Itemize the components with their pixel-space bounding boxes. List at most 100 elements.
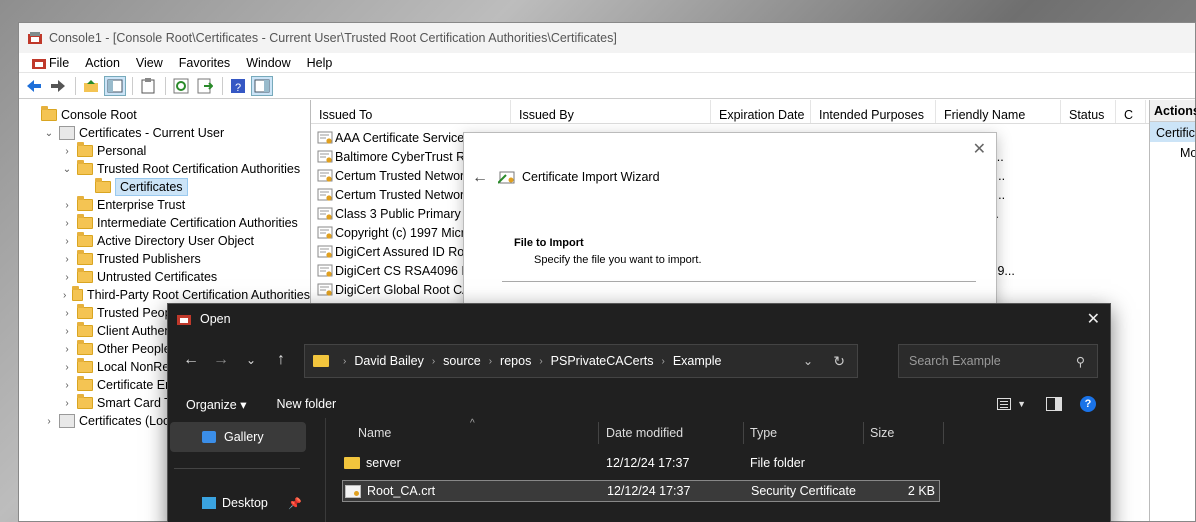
file-row-root-ca[interactable]: Root_CA.crt 12/12/24 17:37 Security Cert…	[342, 480, 940, 502]
search-placeholder: Search Example	[909, 354, 1001, 368]
folder-icon	[77, 376, 93, 391]
help-icon[interactable]: ?	[1080, 396, 1096, 412]
file-row-server[interactable]: server 12/12/24 17:37 File folder	[342, 452, 936, 474]
recent-locations-chevron-icon[interactable]: ⌄	[236, 353, 266, 367]
forward-arrow-icon[interactable]: →	[206, 351, 236, 369]
menu-favorites[interactable]: Favorites	[171, 56, 238, 70]
nav-item-gallery[interactable]: Gallery	[170, 422, 306, 452]
issued-to-text: Certum Trusted Network	[335, 187, 471, 202]
column-separator[interactable]	[863, 422, 864, 444]
collapsed-chevron-icon[interactable]: ›	[61, 236, 73, 247]
collapsed-chevron-icon[interactable]: ›	[61, 362, 73, 373]
column-separator[interactable]	[943, 422, 944, 444]
back-icon[interactable]	[23, 76, 45, 96]
collapsed-chevron-icon[interactable]: ›	[61, 326, 73, 337]
search-input[interactable]: Search Example ⚲	[898, 344, 1098, 378]
desktop-icon	[202, 497, 216, 509]
file-size: 2 KB	[907, 484, 935, 498]
issued-to-text: Class 3 Public Primary C	[335, 206, 474, 221]
preview-pane-icon[interactable]	[1046, 397, 1062, 411]
path-segment-psprivatecacerts[interactable]: PSPrivateCACerts	[551, 354, 654, 368]
actions-certificates-item[interactable]: Certific	[1150, 122, 1195, 142]
menu-view[interactable]: View	[128, 56, 171, 70]
tree-node[interactable]: ⌄ Certificates - Current User	[19, 124, 310, 142]
tree-node[interactable]: › Personal	[19, 142, 310, 160]
tree-node[interactable]: › Third-Party Root Certification Authorit…	[19, 286, 310, 304]
toolbar-separator	[75, 76, 76, 95]
actions-more-item[interactable]: Mo	[1150, 142, 1195, 160]
column-type[interactable]: Type	[750, 426, 777, 440]
expanded-chevron-icon[interactable]: ⌄	[61, 164, 73, 175]
collapsed-chevron-icon[interactable]: ›	[43, 416, 55, 427]
export-list-icon[interactable]	[194, 76, 216, 96]
path-segment-repos[interactable]: repos	[500, 354, 531, 368]
collapsed-chevron-icon[interactable]: ›	[61, 380, 73, 391]
pane-splitter[interactable]	[325, 418, 326, 522]
tree-node[interactable]: ⌄ Trusted Root Certification Authorities	[19, 160, 310, 178]
tree-node[interactable]: › Intermediate Certification Authorities	[19, 214, 310, 232]
path-segment-user[interactable]: David Bailey	[354, 354, 423, 368]
back-arrow-icon[interactable]: ←	[176, 351, 206, 369]
organize-button[interactable]: Organize ▾	[186, 397, 246, 412]
tree-node[interactable]: Certificates	[19, 178, 310, 196]
menu-help[interactable]: Help	[299, 56, 341, 70]
up-arrow-icon[interactable]: ↑	[266, 351, 296, 369]
tree-node[interactable]: › Active Directory User Object	[19, 232, 310, 250]
collapsed-chevron-icon[interactable]: ›	[61, 218, 73, 229]
console-icon[interactable]	[23, 55, 46, 71]
address-dropdown-icon[interactable]: ⌄	[803, 354, 813, 368]
tree-node[interactable]: › Untrusted Certificates	[19, 268, 310, 286]
close-icon[interactable]: ✕	[1087, 309, 1100, 329]
nav-item-desktop[interactable]: Desktop 📌	[170, 490, 306, 516]
column-expiration-date[interactable]: Expiration Date	[711, 100, 811, 123]
menu-window[interactable]: Window	[238, 56, 298, 70]
folder-icon	[72, 286, 83, 301]
tree-node[interactable]: Console Root	[19, 106, 310, 124]
tree-node[interactable]: › Enterprise Trust	[19, 196, 310, 214]
column-status[interactable]: Status	[1061, 100, 1116, 123]
collapsed-chevron-icon[interactable]: ›	[61, 308, 73, 319]
expanded-chevron-icon[interactable]: ⌄	[43, 128, 55, 139]
view-dropdown-icon[interactable]: ▼	[1017, 399, 1026, 409]
collapsed-chevron-icon[interactable]: ›	[61, 146, 73, 157]
column-c[interactable]: C	[1116, 100, 1146, 123]
collapsed-chevron-icon[interactable]: ›	[61, 398, 73, 409]
up-folder-icon[interactable]	[80, 76, 102, 96]
address-bar[interactable]: › David Bailey › source › repos › PSPriv…	[304, 344, 858, 378]
menu-action[interactable]: Action	[77, 56, 128, 70]
column-issued-to[interactable]: Issued To	[311, 100, 511, 123]
column-separator[interactable]	[598, 422, 599, 444]
toolbar-separator	[165, 76, 166, 95]
collapsed-chevron-icon[interactable]: ›	[61, 254, 73, 265]
view-list-icon[interactable]	[997, 398, 1012, 410]
collapsed-chevron-icon[interactable]: ›	[61, 200, 73, 211]
navigation-pane: Gallery Desktop 📌	[168, 418, 318, 522]
column-separator[interactable]	[743, 422, 744, 444]
clipboard-icon[interactable]	[137, 76, 159, 96]
new-folder-button[interactable]: New folder	[276, 397, 336, 411]
close-icon[interactable]: ✕	[973, 139, 986, 159]
path-segment-example[interactable]: Example	[673, 354, 722, 368]
collapsed-chevron-icon[interactable]: ›	[61, 272, 73, 283]
show-hide-tree-icon[interactable]	[104, 75, 126, 96]
collapsed-chevron-icon[interactable]: ›	[61, 344, 73, 355]
column-date-modified[interactable]: Date modified	[606, 426, 683, 440]
column-intended-purposes[interactable]: Intended Purposes	[811, 100, 936, 123]
pin-icon[interactable]: 📌	[288, 497, 302, 510]
issued-to-text: DigiCert CS RSA4096 Roo	[335, 263, 485, 278]
column-name[interactable]: Name	[358, 426, 391, 440]
refresh-icon[interactable]: ↻	[833, 353, 845, 370]
menu-file[interactable]: File	[41, 56, 77, 70]
forward-icon[interactable]	[47, 76, 69, 96]
show-action-pane-icon[interactable]	[251, 75, 273, 96]
refresh-icon[interactable]	[170, 76, 192, 96]
tree-node[interactable]: › Trusted Publishers	[19, 250, 310, 268]
collapsed-chevron-icon[interactable]: ›	[61, 290, 68, 301]
column-issued-by[interactable]: Issued By	[511, 100, 711, 123]
folder-icon	[77, 322, 93, 337]
back-arrow-icon[interactable]: ←	[472, 169, 488, 187]
path-segment-source[interactable]: source	[443, 354, 481, 368]
help-icon[interactable]: ?	[227, 76, 249, 96]
column-size[interactable]: Size	[870, 426, 894, 440]
column-friendly-name[interactable]: Friendly Name	[936, 100, 1061, 123]
